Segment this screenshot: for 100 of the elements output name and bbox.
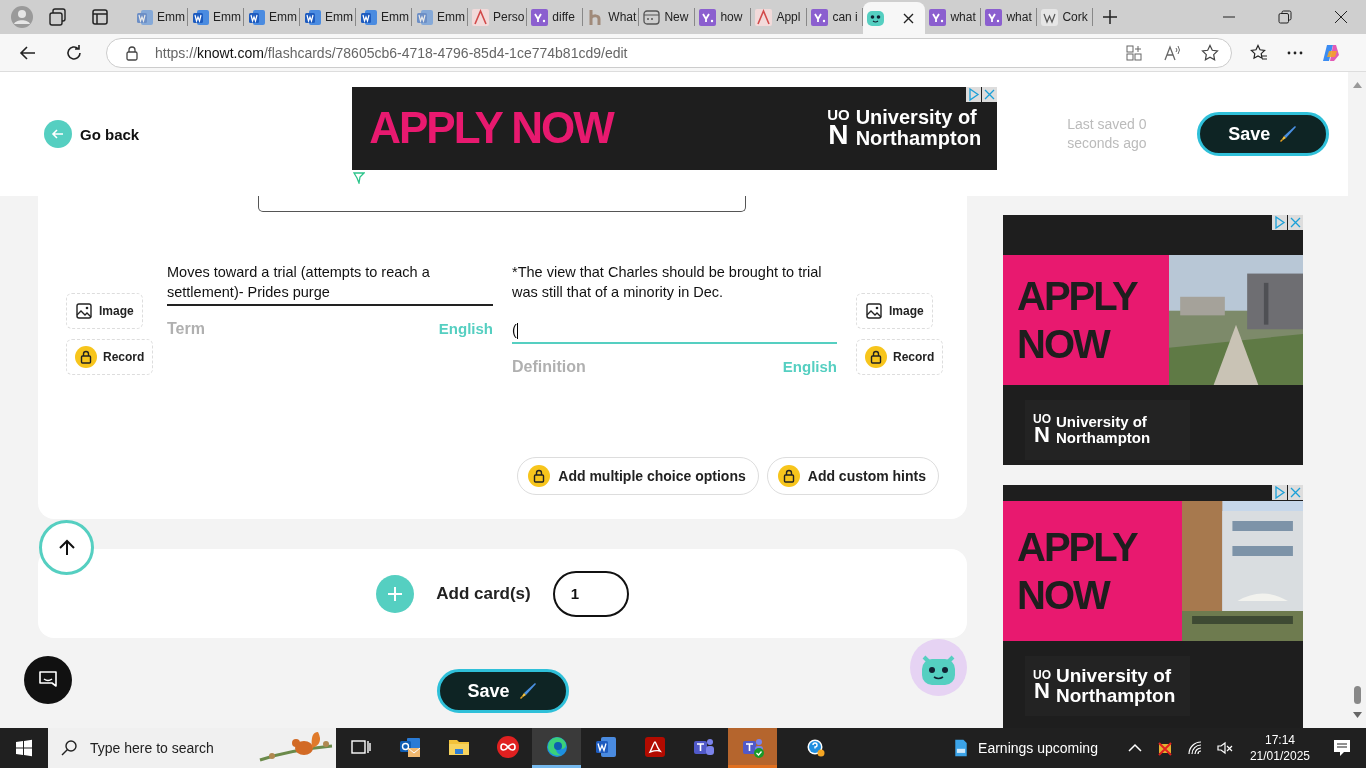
close-icon[interactable]	[1334, 10, 1348, 24]
browser-tab[interactable]: Emm	[188, 8, 244, 26]
caret-icon	[472, 8, 489, 26]
logo-text: University of	[1056, 414, 1148, 430]
browser-tab[interactable]: Emm	[412, 8, 468, 26]
browser-tab[interactable]: Appl	[751, 8, 808, 26]
save-button[interactable]: Save	[1197, 112, 1330, 156]
wifi-icon[interactable]	[1185, 739, 1204, 757]
image-icon	[865, 302, 883, 320]
logo-mark: UO	[1033, 669, 1051, 682]
pencil-icon	[1278, 124, 1299, 144]
ad-headline: APPLY NOW	[369, 102, 613, 154]
browser-tab[interactable]	[863, 2, 926, 34]
go-back-link[interactable]: Go back	[44, 120, 140, 148]
logo-text: Northampton	[1056, 686, 1176, 706]
restore-icon[interactable]	[1278, 10, 1292, 24]
padlock-icon	[865, 346, 887, 368]
yahoo-icon	[699, 8, 717, 26]
browser-tab[interactable]: how	[695, 8, 752, 26]
option-button[interactable]: Add custom hints	[766, 457, 939, 495]
record-button[interactable]: Record	[66, 339, 154, 375]
refresh-icon[interactable]	[64, 42, 84, 63]
padlock-icon	[75, 346, 97, 368]
browser-icon	[544, 734, 569, 759]
wikipedia-icon	[1041, 8, 1059, 26]
image-button[interactable]: Image	[66, 293, 143, 329]
logo-mark: N	[1034, 681, 1050, 703]
yahoo-icon	[811, 8, 829, 26]
scroll-down-icon[interactable]	[1352, 712, 1362, 718]
muted-speaker-icon[interactable]	[1215, 739, 1234, 757]
tab-title: can i	[832, 10, 858, 24]
add-cards-label: Add card(s)	[436, 583, 531, 604]
tab-title: Emm	[325, 10, 353, 24]
save-status: Last saved 0 seconds ago	[1067, 115, 1148, 153]
logo-text: University of	[1056, 666, 1173, 686]
padlock-icon	[528, 465, 551, 487]
windows-icon	[15, 739, 33, 757]
image-button[interactable]: Image	[856, 293, 933, 329]
news-widget[interactable]: Earnings upcoming	[952, 739, 1098, 757]
browser-tab[interactable]: New	[639, 8, 696, 26]
record-button[interactable]: Record	[856, 339, 944, 375]
scroll-up-icon[interactable]	[1352, 82, 1362, 88]
yahoo-icon	[531, 8, 549, 26]
address-bar[interactable]: https://knowt.com/flashcards/78605cb6-4718-4796-85d4-1ce774b81cd9/edit	[106, 37, 1232, 68]
logo-mark: N	[828, 121, 849, 149]
tab-title: What	[608, 10, 637, 24]
mascot-icon[interactable]	[910, 639, 967, 696]
plus-icon	[386, 584, 405, 603]
browser-tab[interactable]: Perso	[468, 8, 528, 26]
tab-title: New	[664, 10, 689, 24]
notifications-icon[interactable]	[1332, 738, 1352, 758]
tab-title: Appl	[776, 10, 801, 24]
yahoo-icon	[929, 8, 947, 26]
option-button[interactable]: Add multiple choice options	[517, 457, 759, 495]
star-icon[interactable]	[1201, 43, 1219, 62]
logo-text: University of	[855, 107, 978, 128]
term-field[interactable]: Moves toward a trial (attempts to reach a settlement)- Prides purge	[167, 262, 493, 306]
yahoo-icon	[985, 8, 1003, 26]
logo-text: Northampton	[855, 128, 982, 149]
workspaces-icon[interactable]	[48, 7, 68, 27]
taskbar-app[interactable]	[532, 728, 581, 768]
favorites-icon[interactable]	[1250, 43, 1268, 62]
infinity-icon	[495, 734, 520, 759]
search-icon	[60, 739, 78, 757]
new-tab-icon	[643, 8, 661, 26]
play-icon[interactable]	[966, 86, 982, 102]
field-label: Definition	[512, 358, 586, 376]
tab-actions-icon[interactable]	[90, 7, 110, 27]
browser-tab[interactable]: Emm	[244, 8, 300, 26]
copilot-icon[interactable]	[1322, 43, 1340, 62]
browser-tab[interactable]: Cork	[1037, 8, 1094, 26]
browser-tab[interactable]: diffe	[527, 8, 584, 26]
read-aloud-icon[interactable]	[1163, 43, 1181, 62]
lock-icon	[123, 43, 141, 62]
browser-tab[interactable]: what	[925, 8, 982, 26]
smiling-face-icon	[867, 9, 885, 27]
network-warning-icon[interactable]	[1155, 739, 1174, 757]
tab-title: Emm	[437, 10, 465, 24]
browser-tab[interactable]: Emm	[132, 8, 188, 26]
new-tab-icon[interactable]	[1101, 8, 1120, 26]
logo-mark: N	[1034, 425, 1050, 447]
app-grid-icon[interactable]	[1125, 43, 1143, 62]
browser-tab[interactable]: what	[981, 8, 1038, 26]
search-field[interactable]: Type here to search	[48, 728, 336, 768]
help-icon[interactable]	[807, 739, 826, 757]
tab-title: Emm	[381, 10, 409, 24]
back-arrow-icon	[51, 127, 65, 141]
tab-title: Emm	[157, 10, 185, 24]
browser-tab[interactable]: Emm	[300, 8, 356, 26]
logo-text: Northampton	[1056, 430, 1151, 446]
scrollbar-thumb[interactable]	[1353, 686, 1361, 704]
browser-tab[interactable]: can i	[807, 8, 864, 26]
tab-title: Emm	[213, 10, 241, 24]
definition-field[interactable]: *The view that Charles should be brought to trial was still that of a minority in Dec. (	[512, 262, 837, 344]
ad-headline: APPLY NOW	[1017, 524, 1138, 619]
save-button[interactable]: Save	[436, 669, 569, 713]
clock-time: 17:14	[1264, 732, 1295, 748]
browser-tab[interactable]: What	[583, 8, 640, 26]
browser-tab[interactable]: Emm	[356, 8, 412, 26]
card-count-field[interactable]: 1	[552, 570, 629, 617]
